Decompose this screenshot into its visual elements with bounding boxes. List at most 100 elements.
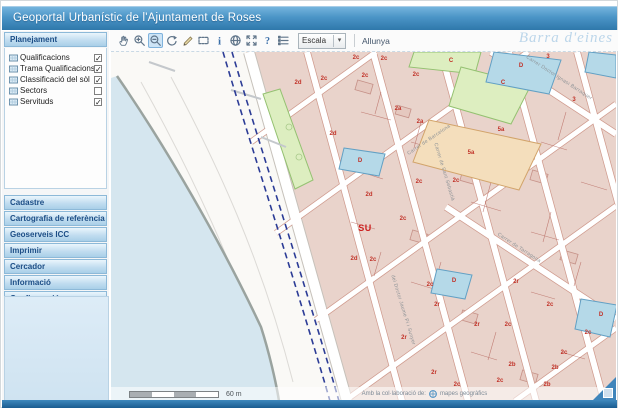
sidebar-panel-planejament[interactable]: Planejament — [4, 32, 107, 47]
app-header: Geoportal Urbanístic de l'Ajuntament de … — [2, 6, 617, 30]
zone-label: 2r — [401, 335, 407, 341]
zone-label: C — [449, 58, 453, 64]
zone-label: 2d — [350, 256, 357, 262]
sidebar-panel-3[interactable]: Imprimir — [4, 243, 107, 258]
measure-pencil-icon — [181, 34, 194, 47]
info-button[interactable]: i — [212, 33, 227, 48]
zone-label: 2r — [474, 322, 480, 328]
layer-row-1[interactable]: Trama Qualificacions✓ — [5, 63, 106, 74]
extent-select-button[interactable] — [196, 33, 211, 48]
full-extent-icon — [245, 34, 258, 47]
page-title: Geoportal Urbanístic de l'Ajuntament de … — [2, 7, 617, 30]
layer-icon — [9, 76, 20, 84]
layer-row-2[interactable]: Classificació del sòl✓ — [5, 74, 106, 85]
zone-label: 5a — [468, 150, 475, 156]
map-canvas[interactable]: 2d2c2c2c2c2c2a2a2dD2c2c2dSU2c2d2cCDC335a… — [111, 51, 616, 401]
layer-row-0[interactable]: Qualificacions✓ — [5, 52, 106, 63]
zone-label: SU — [358, 223, 372, 233]
map-status-strip: 60 m Amb la col·laboració de: mapes geog… — [111, 387, 616, 401]
full-extent-button[interactable] — [244, 33, 259, 48]
zone-label: 2c — [585, 330, 592, 336]
chevron-down-icon: ▾ — [333, 35, 345, 47]
sidebar-panel-1[interactable]: Cartografia de referència — [4, 211, 107, 226]
sidebar-panel-2[interactable]: Geoserveis ICC — [4, 227, 107, 242]
map-attribution: Amb la col·laboració de: mapes geogràfic… — [362, 390, 488, 398]
layer-row-3[interactable]: Sectors — [5, 85, 106, 96]
sidebar-panel-0[interactable]: Cadastre — [4, 195, 107, 210]
svg-text:i: i — [218, 35, 221, 47]
zone-label: 2c — [413, 72, 420, 78]
scale-bar-label: 60 m — [226, 391, 242, 398]
zone-label: 2c — [505, 322, 512, 328]
legend-list-icon — [277, 34, 290, 47]
help-button[interactable]: ? — [260, 33, 275, 48]
zone-label: 2c — [370, 257, 377, 263]
zone-label: 2c — [400, 216, 407, 222]
layer-checkbox[interactable]: ✓ — [94, 76, 102, 84]
scale-dropdown[interactable]: Escala ▾ — [298, 33, 346, 49]
overview-map-icon — [603, 388, 613, 398]
zone-label: C — [501, 80, 505, 86]
layer-checkbox[interactable]: ✓ — [94, 54, 102, 62]
zone-label: 2c — [353, 55, 360, 61]
layer-icon — [9, 65, 20, 73]
sidebar-panel-4[interactable]: Cercador — [4, 259, 107, 274]
zone-label: 3 — [572, 97, 575, 103]
layer-label: Trama Qualificacions — [20, 64, 94, 73]
svg-text:?: ? — [265, 36, 270, 47]
previous-extent-icon — [165, 34, 178, 47]
layer-icon — [9, 87, 20, 95]
layer-label: Sectors — [20, 86, 94, 95]
zone-label: 2c — [453, 178, 460, 184]
zoom-in-icon — [133, 34, 146, 47]
layer-icon — [9, 98, 20, 106]
info-icon: i — [213, 34, 226, 47]
collapsed-panels: CadastreCartografia de referènciaGeoserv… — [2, 194, 109, 307]
zone-label: 2d — [365, 192, 372, 198]
sidebar-panel-5[interactable]: Informació — [4, 275, 107, 290]
layer-icon — [9, 54, 20, 62]
zone-label: 3 — [546, 54, 549, 60]
scale-dropdown-label: Escala — [299, 36, 333, 45]
zone-label: 2d — [294, 80, 301, 86]
toolbar-separator — [354, 34, 355, 47]
help-icon: ? — [261, 34, 274, 47]
collaborator-logo — [429, 390, 437, 398]
zone-label: D — [519, 63, 523, 69]
zone-label: 2c — [362, 73, 369, 79]
layer-label: Qualificacions — [20, 53, 94, 62]
zone-label: 2b — [551, 365, 558, 371]
sidebar-filler — [4, 296, 109, 401]
geoservices-button[interactable] — [228, 33, 243, 48]
zone-label: 2c — [547, 302, 554, 308]
geoportal-window: Geoportal Urbanístic de l'Ajuntament de … — [0, 0, 618, 408]
zone-label: D — [452, 278, 456, 284]
layer-checkbox[interactable]: ✓ — [94, 65, 102, 73]
measure-button[interactable] — [180, 33, 195, 48]
legend-button[interactable] — [276, 33, 291, 48]
toolbar-watermark: Barra d'eines — [519, 30, 613, 47]
active-tool-label: Allunya — [362, 36, 390, 46]
pan-button[interactable] — [116, 33, 131, 48]
zone-label: 2c — [427, 282, 434, 288]
zoom-in-button[interactable] — [132, 33, 147, 48]
layer-checkbox[interactable] — [94, 87, 102, 95]
layer-label: Classificació del sòl — [20, 75, 94, 84]
zone-label: 2r — [513, 279, 519, 285]
layer-row-4[interactable]: Servituds✓ — [5, 96, 106, 107]
map-toolbar: i ? Escala ▾ Allunya Barra d'eines — [110, 30, 618, 51]
zone-label: 2c — [561, 350, 568, 356]
zone-label: 2b — [508, 362, 515, 368]
layer-checkbox[interactable]: ✓ — [94, 98, 102, 106]
layer-tree: Qualificacions✓Trama Qualificacions✓Clas… — [4, 48, 107, 189]
extent-box-icon — [197, 34, 210, 47]
zone-label: 2a — [417, 119, 424, 125]
zoom-out-button[interactable] — [148, 33, 163, 48]
globe-icon — [229, 34, 242, 47]
zone-label: D — [358, 158, 362, 164]
zone-label: 2r — [434, 302, 440, 308]
previous-extent-button[interactable] — [164, 33, 179, 48]
zone-label: 2c — [381, 56, 388, 62]
bottom-status-bar — [2, 400, 617, 408]
attribution-prefix: Amb la col·laboració de: — [362, 391, 426, 397]
